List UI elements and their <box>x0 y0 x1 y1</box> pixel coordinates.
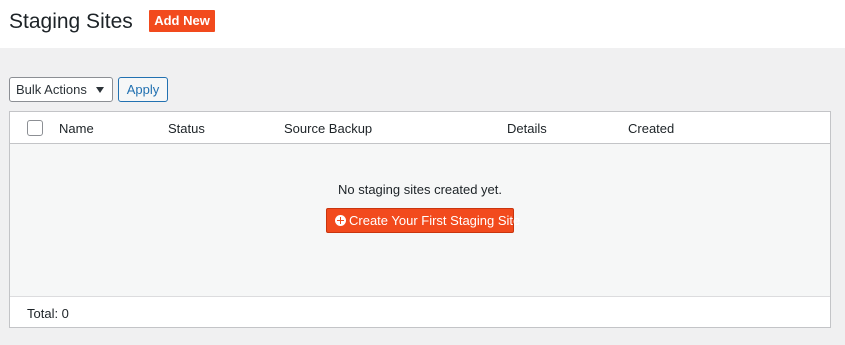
create-button-label: Create Your First Staging Site <box>349 213 521 228</box>
page-header: Staging Sites Add New <box>0 0 845 48</box>
table-header: Name Status Source Backup Details Create… <box>10 112 830 144</box>
staging-sites-table: Name Status Source Backup Details Create… <box>9 111 831 328</box>
plus-circle-icon <box>335 215 346 226</box>
column-header-status[interactable]: Status <box>168 121 205 137</box>
column-header-created[interactable]: Created <box>628 121 674 137</box>
column-header-name[interactable]: Name <box>59 121 94 137</box>
bulk-actions-selected-value: Bulk Actions <box>16 82 87 97</box>
apply-button[interactable]: Apply <box>118 77 168 102</box>
table-footer: Total: 0 <box>10 296 830 327</box>
page-title: Staging Sites <box>9 10 133 33</box>
create-first-staging-site-button[interactable]: Create Your First Staging Site <box>326 208 520 233</box>
select-all-checkbox[interactable] <box>27 120 43 136</box>
total-count: Total: 0 <box>27 306 69 321</box>
caret-down-icon <box>96 87 104 93</box>
bulk-actions-select[interactable]: Bulk Actions <box>9 77 113 102</box>
column-header-source-backup[interactable]: Source Backup <box>284 121 372 137</box>
add-new-button[interactable]: Add New <box>149 10 215 32</box>
column-header-details[interactable]: Details <box>507 121 547 137</box>
empty-state-message: No staging sites created yet. <box>337 182 503 197</box>
table-body: No staging sites created yet. Create You… <box>10 144 830 296</box>
